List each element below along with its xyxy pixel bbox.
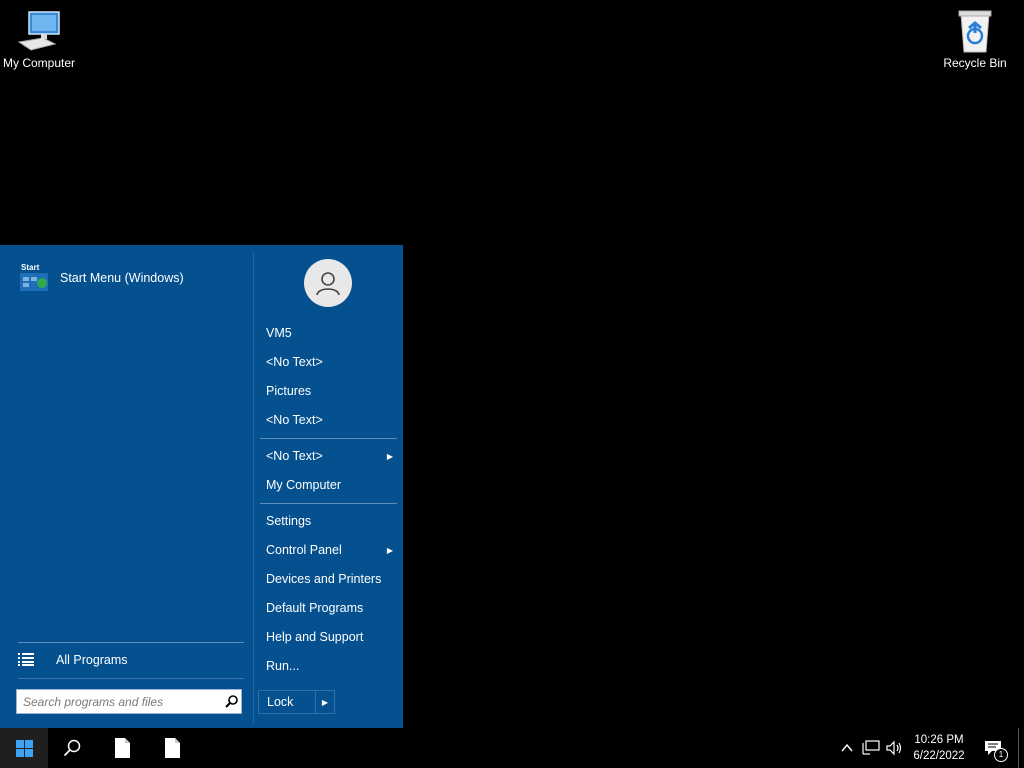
windows-logo-icon [15,739,33,757]
right-menu-list: VM5 <No Text> Pictures <No Text> <No Tex… [260,319,397,681]
search-input[interactable] [17,690,221,713]
divider [18,642,244,643]
menu-item-pictures[interactable]: Pictures [260,377,397,406]
desktop-icon-label: Recycle Bin [943,56,1007,70]
recycle-bin-icon [958,10,992,53]
divider [18,678,244,679]
menu-item-no-text-3[interactable]: <No Text> ▶ [260,442,397,471]
lock-button[interactable]: Lock [259,695,315,709]
show-hidden-icons-button[interactable] [838,728,856,768]
divider [260,438,397,439]
menu-item-label: Settings [266,514,312,528]
menu-item-no-text-1[interactable]: <No Text> [260,348,397,377]
menu-item-label: My Computer [266,478,342,492]
menu-item-my-computer[interactable]: My Computer [260,471,397,500]
menu-item-label: Default Programs [266,601,364,615]
menu-item-label: Run... [266,659,300,673]
submenu-arrow-icon: ▶ [386,452,393,461]
desktop-icon-my-computer[interactable]: My Computer [0,8,82,70]
speaker-icon [886,740,902,756]
submenu-arrow-icon: ▶ [386,546,393,555]
menu-item-devices-printers[interactable]: Devices and Printers [260,565,397,594]
menu-item-label: <No Text> [266,355,323,369]
document-icon [114,738,130,758]
lock-button-group: Lock ▶ [258,690,335,714]
taskbar-app-button[interactable] [148,728,196,768]
menu-item-label: VM5 [266,326,292,340]
search-icon [63,739,81,757]
document-icon [164,738,180,758]
network-icon [862,740,880,755]
desktop-icon-recycle-bin[interactable]: Recycle Bin [932,8,1018,70]
volume-tray-button[interactable] [884,728,906,768]
menu-item-run[interactable]: Run... [260,652,397,681]
menu-item-help-support[interactable]: Help and Support [260,623,397,652]
shutdown-options-arrow-icon[interactable]: ▶ [315,691,334,713]
menu-item-label: <No Text> [266,449,323,463]
menu-item-label: Devices and Printers [266,572,382,586]
start-button[interactable] [0,728,48,768]
list-icon [18,652,40,669]
menu-item-label: Pictures [266,384,312,398]
notification-count-badge: 1 [994,748,1008,762]
clock-time: 10:26 PM [914,734,964,746]
menu-item-no-text-2[interactable]: <No Text> [260,406,397,435]
network-tray-button[interactable] [860,728,882,768]
app-icon-text: Start [21,263,40,272]
pinned-item-label: Start Menu (Windows) [60,271,184,285]
taskbar: 10:26 PM 6/22/2022 1 [0,728,1024,768]
desktop-icon-label: My Computer [2,56,76,70]
user-avatar[interactable] [304,259,352,307]
start-menu-app-icon: Start [18,263,50,293]
taskbar-clock[interactable]: 10:26 PM 6/22/2022 [908,732,970,764]
search-icon[interactable] [221,695,241,708]
show-desktop-divider[interactable] [1018,728,1019,768]
menu-item-label: Control Panel [266,543,342,557]
chevron-up-icon [841,744,853,752]
menu-item-label: <No Text> [266,413,323,427]
divider [260,503,397,504]
menu-item-user[interactable]: VM5 [260,319,397,348]
start-menu-right-pane: VM5 <No Text> Pictures <No Text> <No Tex… [254,245,403,728]
start-menu-left-pane: Start Start Menu (Windows) All Programs … [0,245,253,728]
search-box [16,689,242,714]
start-menu: Start Start Menu (Windows) All Programs … [0,245,403,728]
computer-icon [17,11,60,51]
pinned-item-start-menu[interactable]: Start Start Menu (Windows) [18,263,246,293]
all-programs-label: All Programs [56,653,128,667]
menu-item-settings[interactable]: Settings [260,507,397,536]
user-icon [316,272,340,296]
menu-item-label: Help and Support [266,630,364,644]
menu-item-control-panel[interactable]: Control Panel ▶ [260,536,397,565]
menu-item-default-programs[interactable]: Default Programs [260,594,397,623]
all-programs-button[interactable]: All Programs [18,647,244,673]
taskbar-app-button[interactable] [98,728,146,768]
taskbar-search-button[interactable] [48,728,96,768]
clock-date: 6/22/2022 [913,750,965,762]
